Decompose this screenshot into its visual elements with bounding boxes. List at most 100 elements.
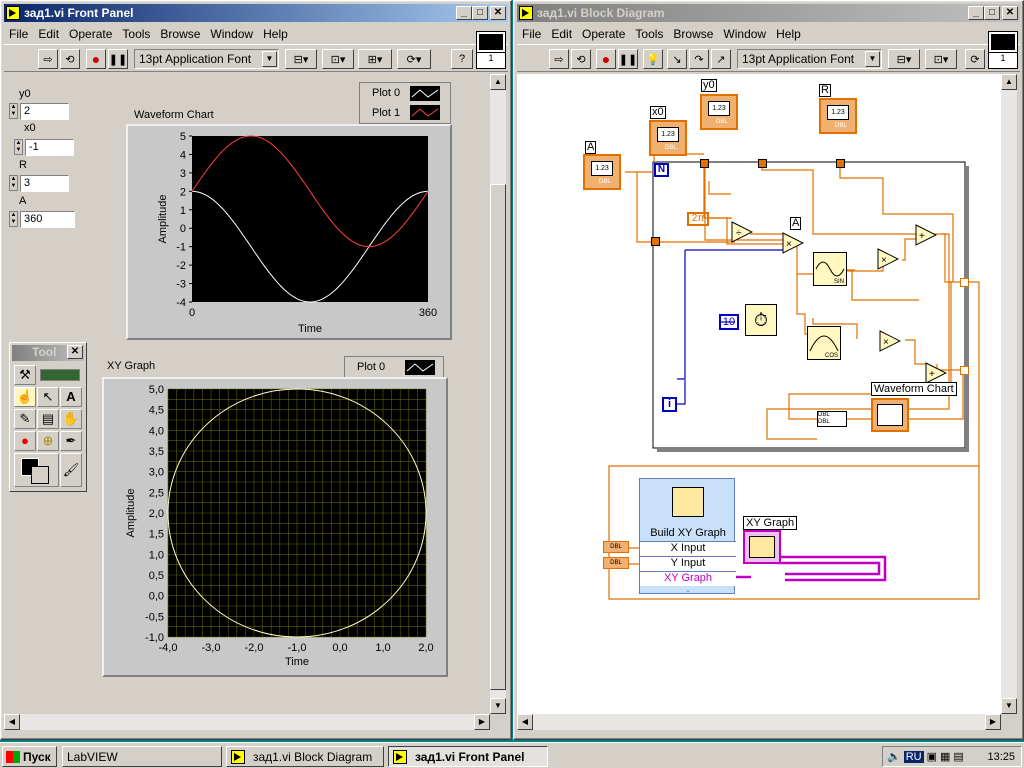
minimize-button[interactable]: _ [456,6,472,20]
position-tool-icon[interactable]: ↖ [37,387,59,407]
menu-window[interactable]: Window [718,27,771,41]
metronome-icon[interactable]: ⏱ [745,304,777,336]
vi-icon-pane[interactable]: 1 [476,31,506,69]
color-tool-icon[interactable] [14,453,59,487]
menu-edit[interactable]: Edit [546,27,577,41]
automatic-tool-icon[interactable]: ⚒ [14,365,36,385]
multiply-node[interactable]: × [877,248,900,273]
loop-count-terminal[interactable]: N [654,163,669,177]
abort-button[interactable]: ● [86,49,106,69]
xy-graph-terminal[interactable] [743,530,781,564]
add-node[interactable]: + [915,224,938,249]
align-objects-button[interactable]: ⊟▾ [888,49,920,69]
block-diagram-vscrollbar[interactable]: ▲ ▼ [1001,74,1017,714]
menu-browse[interactable]: Browse [155,27,205,41]
scroll-right-button[interactable]: ▶ [474,714,490,730]
spinner-icon[interactable]: ▲ ▼ [14,139,23,155]
y-input-dbl-terminal[interactable]: DBL [603,557,629,569]
run-button[interactable]: ⇨ [549,49,569,69]
menu-edit[interactable]: Edit [33,27,64,41]
menu-help[interactable]: Help [258,27,293,41]
task-labview[interactable]: LabVIEW [62,746,222,767]
terminal-y0[interactable]: 1.23 DBL [700,94,738,130]
reorder-button[interactable]: ⟳▾ [397,49,431,69]
scroll-tool-icon[interactable]: ✋ [60,409,82,429]
run-continuously-button[interactable]: ⟲ [60,49,80,69]
menu-file[interactable]: File [517,27,546,41]
wait-ms-constant[interactable]: 10 [719,314,739,330]
start-button[interactable]: Пуск [2,746,57,767]
x-input-dbl-terminal[interactable]: DBL [603,541,629,553]
waveform-chart-terminal[interactable] [871,398,909,432]
bundle-node[interactable]: DBL DBL [817,411,847,427]
loop-iteration-terminal[interactable]: i [662,397,677,412]
close-button[interactable]: ✕ [1002,6,1018,20]
highlight-execution-button[interactable]: 💡 [643,49,663,69]
two-pi-constant[interactable]: 2π [687,212,709,226]
tunnel[interactable] [960,366,969,375]
reorder-button[interactable]: ⟳ [965,49,985,69]
network-icon[interactable]: ▣ [927,750,937,763]
chevron-down-icon[interactable]: ⌄ [640,586,736,595]
x0-control[interactable]: ▲ ▼ -1 [14,138,74,156]
maximize-button[interactable]: □ [472,6,488,20]
task-block-diagram[interactable]: зад1.vi Block Diagram [226,746,384,767]
y0-input[interactable]: 2 [20,102,69,120]
font-dropdown[interactable]: 13pt Application Font ▼ [737,49,882,69]
spinner-icon[interactable]: ▲ ▼ [9,211,18,227]
xy-graph[interactable]: 5,0 4,5 4,0 3,5 3,0 2,5 2,0 1,5 1,0 0,5 0,0 -0,5 -1,… [104,379,446,675]
pause-button[interactable]: ❚❚ [618,49,638,69]
operate-tool-icon[interactable]: ☝ [14,387,36,407]
waveform-chart[interactable]: 543210-1-2-3-40 360TimeAmplitude [128,126,450,338]
cos-function[interactable]: COS [807,326,841,360]
tunnel[interactable] [960,278,969,287]
front-panel-hscrollbar[interactable]: ◀ ▶ [4,714,490,730]
run-continuously-button[interactable]: ⟲ [571,49,591,69]
scroll-up-button[interactable]: ▲ [1001,74,1017,90]
xy-legend[interactable]: Plot 0 [344,356,444,378]
menu-tools[interactable]: Tools [117,27,155,41]
block-diagram-titlebar[interactable]: зад1.vi Block Diagram _ □ ✕ [517,4,1020,22]
legend-item-plot1[interactable]: Plot 1 [372,107,400,119]
language-indicator[interactable]: RU [903,750,924,763]
r-control[interactable]: ▲ ▼ 3 [9,174,69,192]
menu-file[interactable]: File [4,27,33,41]
step-into-button[interactable]: ↘ [667,49,687,69]
close-button[interactable]: ✕ [490,6,506,20]
divide-node[interactable]: ÷ [731,221,754,246]
y0-control[interactable]: ▲ ▼ 2 [9,102,69,120]
tunnel[interactable] [700,159,709,168]
app-tray-icon[interactable]: ▤ [953,750,963,763]
font-dropdown[interactable]: 13pt Application Font ▼ [134,49,279,69]
build-xy-graph-node[interactable]: Build XY Graph X Input Y Input XY Graph … [639,478,736,595]
vi-icon-pane[interactable]: 1 [988,31,1018,69]
scroll-left-button[interactable]: ◀ [4,714,20,730]
x-input-terminal[interactable]: X Input [640,541,736,556]
step-over-button[interactable]: ↷ [689,49,709,69]
a-control[interactable]: ▲ ▼ 360 [9,210,75,228]
scroll-down-button[interactable]: ▼ [490,698,506,714]
task-front-panel[interactable]: зад1.vi Front Panel [388,746,548,767]
spinner-icon[interactable]: ▲ ▼ [9,175,18,191]
legend-item-plot0[interactable]: Plot 0 [357,361,385,373]
distribute-objects-button[interactable]: ⊡▾ [925,49,957,69]
r-input[interactable]: 3 [20,174,69,192]
distribute-objects-button[interactable]: ⊡▾ [322,49,354,69]
help-button[interactable]: ? [451,49,473,69]
resize-objects-button[interactable]: ⊞▾ [358,49,392,69]
waveform-legend[interactable]: Plot 0 Plot 1 [359,82,451,124]
tunnel[interactable] [836,159,845,168]
multiply-node[interactable]: × [879,330,902,355]
legend-item-plot0[interactable]: Plot 0 [372,87,400,99]
display-icon[interactable]: ▦ [940,750,950,763]
menu-operate[interactable]: Operate [64,27,117,41]
pause-button[interactable]: ❚❚ [108,49,128,69]
terminal-a[interactable]: 1.23 DBL [583,154,621,190]
a-input[interactable]: 360 [20,210,75,228]
probe-tool-icon[interactable]: ⊕ [37,431,59,451]
tunnel[interactable] [758,159,767,168]
spinner-icon[interactable]: ▲ ▼ [9,103,18,119]
label-tool-icon[interactable]: A [60,387,82,407]
y-input-terminal[interactable]: Y Input [640,556,736,571]
tunnel[interactable] [651,237,660,246]
